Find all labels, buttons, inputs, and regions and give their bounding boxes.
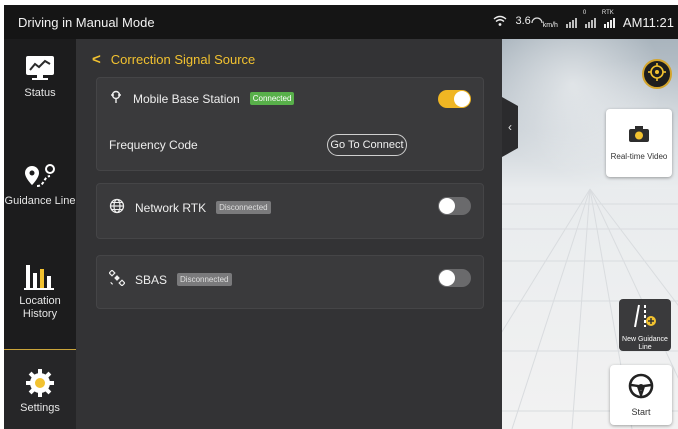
- realtime-video-button[interactable]: Real-time Video: [606, 109, 672, 177]
- start-label: Start: [631, 407, 651, 417]
- nav-item-location-history[interactable]: Location History: [4, 261, 76, 321]
- map-view[interactable]: ‹ Real-time Video New Guidance Line Star…: [502, 39, 678, 429]
- sbas-card: SBAS Disconnected: [96, 255, 484, 309]
- left-navigation: Status Guidance Line Location History Se…: [4, 39, 76, 429]
- toggle-knob: [439, 270, 455, 286]
- network-rtk-toggle[interactable]: [438, 197, 471, 215]
- clock: AM11:21: [622, 14, 674, 30]
- speed-unit: km/h: [542, 22, 558, 30]
- guidance-line-icon: [23, 161, 57, 191]
- nav-item-guidance-line[interactable]: Guidance Line: [4, 161, 76, 208]
- signal-strength-icon: [565, 16, 577, 28]
- collapse-panel-button[interactable]: ‹: [502, 97, 518, 157]
- location-history-icon: [23, 261, 57, 291]
- chevron-left-icon: ‹: [508, 120, 512, 134]
- page-title: Correction Signal Source: [110, 52, 256, 67]
- mobile-base-station-row: Mobile Base Station Connected: [109, 90, 295, 107]
- crosshair-icon: [648, 62, 666, 86]
- status-monitor-icon: [23, 53, 57, 83]
- speed-readout: 3.6 km/h: [515, 15, 557, 29]
- realtime-video-label: Real-time Video: [610, 152, 668, 161]
- connected-badge: Connected: [249, 92, 295, 105]
- globe-icon: [109, 198, 125, 217]
- nav-item-status[interactable]: Status: [4, 53, 76, 100]
- toggle-knob: [439, 198, 455, 214]
- network-rtk-row: Network RTK Disconnected: [109, 198, 271, 217]
- nav-label-guidance-line: Guidance Line: [4, 195, 76, 207]
- nav-label-settings: Settings: [20, 402, 60, 414]
- mobile-base-station-card: Mobile Base Station Connected Frequency …: [96, 77, 484, 171]
- mobile-base-station-label: Mobile Base Station: [133, 91, 240, 106]
- rtk-label: RTK: [601, 10, 614, 16]
- network-rtk-label: Network RTK: [135, 200, 207, 215]
- sbas-toggle[interactable]: [438, 269, 471, 287]
- camera-icon: [628, 125, 650, 148]
- sbas-row: SBAS Disconnected: [108, 269, 232, 289]
- satellite-icon: [108, 269, 126, 289]
- back-button[interactable]: < Correction Signal Source: [92, 51, 255, 68]
- wifi-icon: [493, 15, 507, 30]
- frequency-code-label: Frequency Code: [109, 138, 198, 152]
- new-guidance-line-label: New Guidance Line: [622, 336, 668, 351]
- satellite-count: 0: [582, 10, 587, 16]
- antenna-icon: [109, 90, 123, 107]
- disconnected-badge: Disconnected: [177, 273, 232, 286]
- speedometer-icon: [531, 15, 543, 27]
- gear-icon: [23, 368, 57, 398]
- satellite-signal-icon: 0: [583, 10, 596, 28]
- status-bar: Driving in Manual Mode 3.6 km/h 0 RTK AM1…: [4, 5, 678, 39]
- toggle-knob: [454, 91, 470, 107]
- locate-button[interactable]: [642, 59, 672, 89]
- status-indicators: 3.6 km/h 0 RTK AM11:21: [493, 5, 674, 39]
- new-guidance-line-icon: [633, 303, 657, 334]
- nav-label-location-history: Location History: [19, 295, 61, 320]
- go-to-connect-button[interactable]: Go To Connect: [327, 134, 407, 156]
- disconnected-badge: Disconnected: [216, 201, 271, 214]
- sbas-label: SBAS: [135, 272, 168, 287]
- app-window: Driving in Manual Mode 3.6 km/h 0 RTK AM1…: [4, 5, 678, 429]
- steering-wheel-icon: [628, 373, 654, 404]
- rtk-signal-icon: RTK: [602, 10, 615, 28]
- driving-mode-title: Driving in Manual Mode: [18, 14, 155, 30]
- speed-value: 3.6: [515, 14, 531, 27]
- nav-item-settings[interactable]: Settings: [4, 349, 76, 429]
- start-button[interactable]: Start: [610, 365, 672, 425]
- frequency-code-row: Frequency Code: [109, 138, 198, 152]
- nav-label-status: Status: [24, 87, 56, 99]
- mobile-base-station-toggle[interactable]: [438, 90, 471, 108]
- new-guidance-line-button[interactable]: New Guidance Line: [619, 299, 671, 351]
- chevron-left-icon: <: [92, 51, 101, 68]
- network-rtk-card: Network RTK Disconnected: [96, 183, 484, 239]
- settings-panel: < Correction Signal Source Mobile Base S…: [76, 39, 502, 429]
